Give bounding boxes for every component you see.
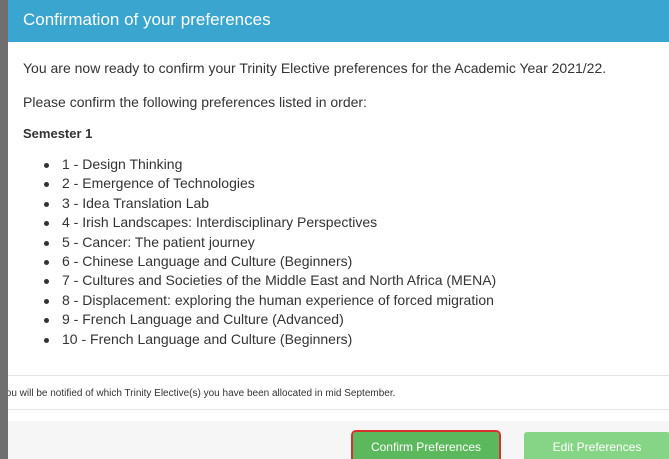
divider — [8, 409, 669, 410]
divider — [8, 375, 669, 376]
list-item: 1 - Design Thinking — [44, 156, 496, 175]
confirm-preferences-button[interactable]: Confirm Preferences — [351, 430, 501, 459]
allocation-notice: You will be notified of which Trinity El… — [8, 388, 396, 399]
list-item: 10 - French Language and Culture (Beginn… — [44, 331, 496, 350]
list-item: 9 - French Language and Culture (Advance… — [44, 311, 496, 330]
dialog-header: Confirmation of your preferences — [8, 0, 669, 42]
intro-text: You are now ready to confirm your Trinit… — [23, 60, 607, 76]
list-item: 7 - Cultures and Societies of the Middle… — [44, 272, 496, 291]
list-item: 3 - Idea Translation Lab — [44, 195, 496, 214]
confirmation-dialog: Confirmation of your preferences You are… — [8, 0, 669, 459]
list-item: 2 - Emergence of Technologies — [44, 175, 496, 194]
list-item: 6 - Chinese Language and Culture (Beginn… — [44, 253, 496, 272]
semester-heading: Semester 1 — [23, 126, 93, 141]
preferences-list: 1 - Design Thinking 2 - Emergence of Tec… — [44, 156, 496, 350]
list-item: 8 - Displacement: exploring the human ex… — [44, 292, 496, 311]
list-item: 5 - Cancer: The patient journey — [44, 234, 496, 253]
list-item: 4 - Irish Landscapes: Interdisciplinary … — [44, 214, 496, 233]
dialog-title: Confirmation of your preferences — [23, 10, 271, 29]
edit-preferences-button[interactable]: Edit Preferences — [524, 432, 669, 459]
instruction-text: Please confirm the following preferences… — [23, 94, 367, 110]
